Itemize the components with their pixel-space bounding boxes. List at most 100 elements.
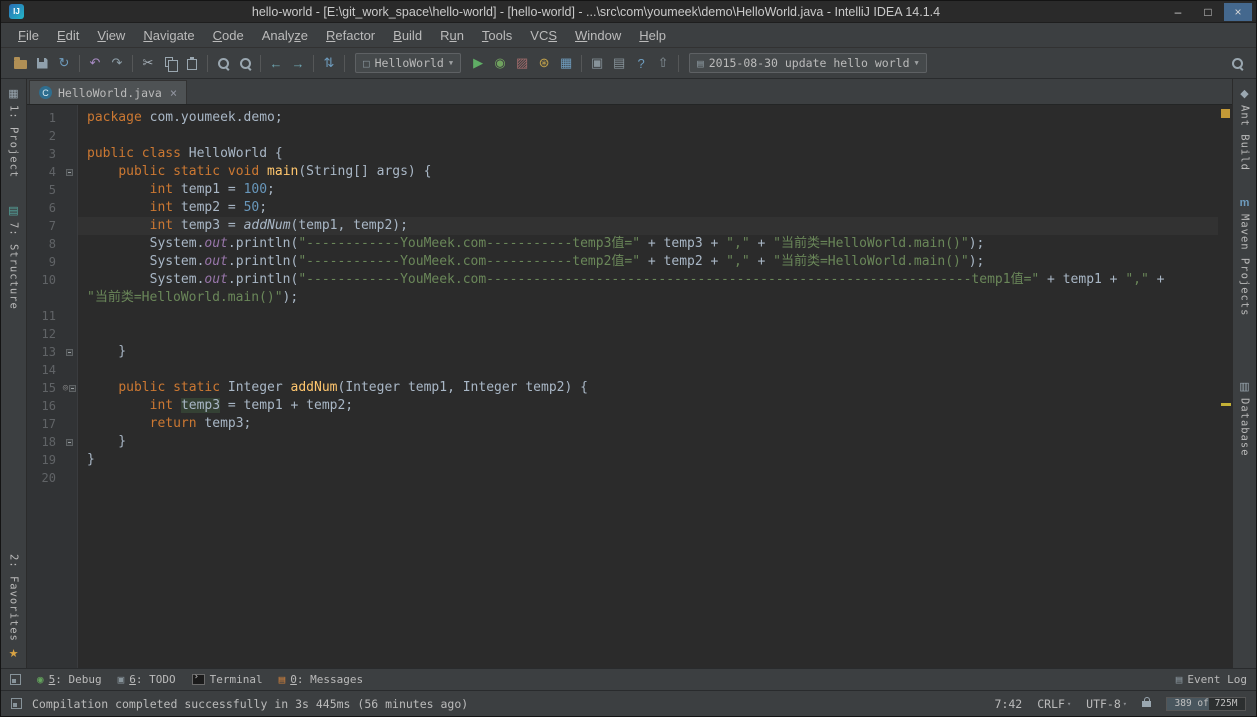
menu-window[interactable]: Window [566,25,630,46]
method-marker-icon[interactable]: ◎ [63,384,68,393]
code-line[interactable]: 2 [27,127,1218,145]
code-line[interactable]: 4 public static void main(String[] args)… [27,163,1218,181]
tool-button-database[interactable]: ▥Database [1239,380,1251,457]
minimize-button[interactable]: – [1164,3,1192,21]
inspection-indicator[interactable] [1221,109,1230,118]
coverage-icon[interactable]: ▨ [511,52,533,74]
menu-file[interactable]: File [9,25,48,46]
redo-icon[interactable]: ↷ [106,52,128,74]
run-configuration-select[interactable]: □ HelloWorld ▼ [355,53,461,73]
upload-icon[interactable]: ⇧ [652,52,674,74]
help-icon[interactable]: ? [630,52,652,74]
menu-tools[interactable]: Tools [473,25,521,46]
tool-window-button-5-debug[interactable]: ◉5: Debug [37,673,102,686]
code-line[interactable]: 1package com.youmeek.demo; [27,109,1218,127]
project-structure-icon[interactable]: ▦ [555,52,577,74]
fold-marker-icon[interactable] [66,169,73,176]
highlight-mark[interactable] [1221,403,1231,406]
fold-marker-icon[interactable] [66,439,73,446]
menu-edit[interactable]: Edit [48,25,88,46]
cut-icon[interactable]: ✂ [137,52,159,74]
code-line[interactable]: 17 return temp3; [27,415,1218,433]
save-all-icon[interactable] [31,52,53,74]
tab-close-icon[interactable]: × [170,86,177,100]
code-line[interactable]: 11 [27,307,1218,325]
lock-icon[interactable] [1142,701,1151,707]
replace-icon[interactable] [234,52,256,74]
back-icon[interactable]: ← [265,52,287,74]
find-icon[interactable] [212,52,234,74]
open-icon[interactable] [9,52,31,74]
code-line[interactable]: 13 } [27,343,1218,361]
code-line[interactable]: 3public class HelloWorld { [27,145,1218,163]
tool-button-label: Maven Projects [1239,214,1251,317]
menu-help[interactable]: Help [630,25,675,46]
recent-changes-icon[interactable]: ⇅ [318,52,340,74]
main-toolbar: ↻ ↶↷ ✂ ←→ ⇅ □ HelloWorld ▼ ▶◉▨⊛▦ ▣▤?⇧ ▤ … [1,48,1256,79]
chevron-down-icon: ▼ [915,59,919,67]
code-line-wrap[interactable]: "当前类=HelloWorld.main()"); [27,289,1218,307]
search-everywhere-icon[interactable] [1226,52,1248,74]
tool-window-toggle-icon[interactable] [10,674,21,685]
vcs-commit-message: 2015-08-30 update hello world [709,56,910,70]
copy-icon[interactable] [159,52,181,74]
menu-vcs[interactable]: VCS [521,25,566,46]
code-line[interactable]: 16 int temp3 = temp1 + temp2; [27,397,1218,415]
code-line[interactable]: 6 int temp2 = 50; [27,199,1218,217]
code-line[interactable]: 18 } [27,433,1218,451]
code-line[interactable]: 14 [27,361,1218,379]
error-stripe[interactable] [1219,105,1232,668]
tool-button-maven-projects[interactable]: mMaven Projects [1239,197,1251,317]
debug-icon[interactable]: ◉ [489,52,511,74]
code-line[interactable]: 19} [27,451,1218,469]
tool-button-7-structure[interactable]: ▤7: Structure [8,204,20,310]
line-number: 4 [27,163,61,181]
code-text: int temp3 = temp1 + temp2; [78,397,1218,415]
menu-navigate[interactable]: Navigate [134,25,203,46]
forward-icon[interactable]: → [287,52,309,74]
fold-marker-icon[interactable] [69,385,76,392]
debug-tool-icon: ◉ [37,673,44,686]
tool-button-1-project[interactable]: ▦1: Project [8,87,20,178]
code-line[interactable]: 8 System.out.println("------------YouMee… [27,235,1218,253]
menu-view[interactable]: View [88,25,134,46]
menu-run[interactable]: Run [431,25,473,46]
code-line[interactable]: 12 [27,325,1218,343]
edit-config-icon[interactable]: ⊛ [533,52,555,74]
code-text: int temp2 = 50; [78,199,1218,217]
print-icon[interactable]: ▤ [608,52,630,74]
undo-icon[interactable]: ↶ [84,52,106,74]
fold-marker-icon[interactable] [66,349,73,356]
run-icon[interactable]: ▶ [467,52,489,74]
menu-analyze[interactable]: Analyze [253,25,317,46]
tool-window-button-0-messages[interactable]: ▤0: Messages [279,673,363,686]
code-line[interactable]: 10 System.out.println("------------YouMe… [27,271,1218,289]
code-line[interactable]: 20 [27,469,1218,487]
line-separator-select[interactable]: CRLF▾ [1037,697,1071,711]
caret-position[interactable]: 7:42 [995,697,1023,711]
ant-build-tool-icon[interactable]: ▣ [586,52,608,74]
tool-button-2-favorites[interactable]: 2: Favorites★ [8,554,20,660]
code-line[interactable]: 15◎ public static Integer addNum(Integer… [27,379,1218,397]
menu-build[interactable]: Build [384,25,431,46]
editor[interactable]: 1package com.youmeek.demo;23public class… [27,105,1232,668]
event-log-button[interactable]: Event Log [1187,673,1247,686]
tool-button-ant-build[interactable]: ◆Ant Build [1239,87,1251,171]
tab-helloworld-java[interactable]: C HelloWorld.java × [29,80,187,104]
code-line[interactable]: 7 int temp3 = addNum(temp1, temp2); [27,217,1218,235]
panel-toggle-icon[interactable] [11,698,22,709]
tool-window-button-terminal[interactable]: Terminal [192,673,263,686]
code-area[interactable]: 1package com.youmeek.demo;23public class… [27,109,1218,487]
memory-indicator[interactable]: 389 of 725M [1166,697,1246,711]
vcs-update-widget[interactable]: ▤ 2015-08-30 update hello world ▼ [689,53,927,73]
code-line[interactable]: 9 System.out.println("------------YouMee… [27,253,1218,271]
encoding-select[interactable]: UTF-8▾ [1086,697,1127,711]
code-line[interactable]: 5 int temp1 = 100; [27,181,1218,199]
tool-window-button-6-todo[interactable]: ▣6: TODO [118,673,176,686]
menu-code[interactable]: Code [204,25,253,46]
menu-refactor[interactable]: Refactor [317,25,384,46]
synchronize-icon[interactable]: ↻ [53,52,75,74]
close-button[interactable]: × [1224,3,1252,21]
paste-icon[interactable] [181,52,203,74]
maximize-button[interactable]: □ [1194,3,1222,21]
